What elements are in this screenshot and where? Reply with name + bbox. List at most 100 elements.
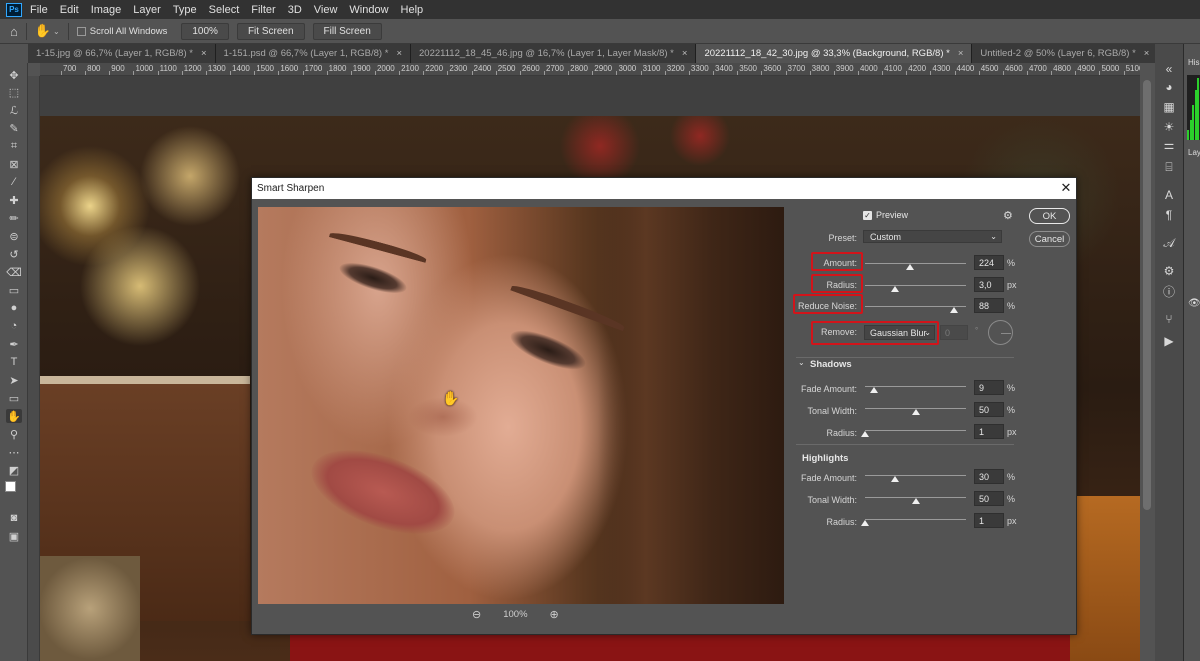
fill-screen-button[interactable]: Fill Screen xyxy=(312,22,382,40)
close-icon[interactable]: ✕ xyxy=(1058,180,1074,196)
menu-view[interactable]: View xyxy=(314,4,338,16)
tab-20221112-18-42-30[interactable]: 20221112_18_42_30.jpg @ 33,3% (Backgroun… xyxy=(696,44,973,63)
shadows-radius-thumb[interactable] xyxy=(861,431,869,437)
menu-3d[interactable]: 3D xyxy=(288,4,302,16)
close-icon[interactable]: × xyxy=(201,48,207,59)
filter-preview[interactable]: ✋ xyxy=(258,207,784,604)
shadows-tonal-width-input[interactable]: 50 xyxy=(974,402,1004,417)
default-colors-icon[interactable]: ◩ xyxy=(6,463,22,477)
highlights-radius-slider[interactable] xyxy=(865,519,966,520)
quick-mask-icon[interactable]: ◙ xyxy=(6,511,22,525)
move-tool-icon[interactable]: ✥ xyxy=(6,68,22,82)
shadows-fade-amount-thumb[interactable] xyxy=(870,387,879,393)
tab-20221112-18-45-46[interactable]: 20221112_18_45_46.jpg @ 16,7% (Layer 1, … xyxy=(411,44,697,63)
gradient-tool-icon[interactable]: ▭ xyxy=(6,283,22,297)
healing-brush-tool-icon[interactable]: ✚ xyxy=(6,193,22,207)
type-tool-icon[interactable]: T xyxy=(6,355,22,369)
actions-panel-icon[interactable]: ▶ xyxy=(1161,334,1177,348)
shadows-fade-amount-input[interactable]: 9 xyxy=(974,380,1004,395)
gear-icon[interactable]: ⚙ xyxy=(1003,209,1013,222)
highlights-header[interactable]: Highlights xyxy=(802,453,848,464)
dodge-tool-icon[interactable]: ◔ xyxy=(6,319,22,333)
highlights-fade-amount-slider[interactable] xyxy=(865,475,966,476)
eye-icon[interactable]: 👁 xyxy=(1188,298,1200,309)
tab-1-151[interactable]: 1-151.psd @ 66,7% (Layer 1, RGB/8) * × xyxy=(215,44,411,63)
remove-select[interactable]: Gaussian Blur ⌄ xyxy=(864,325,935,340)
shadows-header[interactable]: Shadows xyxy=(810,359,852,370)
screen-mode-icon[interactable]: ▣ xyxy=(6,529,22,543)
more-tools-icon[interactable]: ⋯ xyxy=(6,445,22,459)
scroll-all-windows-checkbox[interactable] xyxy=(76,26,86,36)
hand-tool-icon[interactable]: ✋ xyxy=(35,23,51,39)
info-panel-icon[interactable]: ⓘ xyxy=(1161,284,1177,299)
path-select-tool-icon[interactable]: ➤ xyxy=(6,373,22,387)
close-icon[interactable]: × xyxy=(1144,48,1150,59)
highlights-radius-thumb[interactable] xyxy=(861,520,869,526)
clone-stamp-tool-icon[interactable]: ⊜ xyxy=(6,229,22,243)
quick-select-tool-icon[interactable]: ✎ xyxy=(6,121,22,135)
menu-type[interactable]: Type xyxy=(173,4,197,16)
preview-checkbox[interactable]: ✓ xyxy=(863,211,872,220)
highlights-fade-amount-thumb[interactable] xyxy=(891,476,900,482)
menu-image[interactable]: Image xyxy=(91,4,122,16)
reduce-noise-input[interactable]: 88 xyxy=(974,298,1004,313)
preset-select[interactable]: Custom ⌄ xyxy=(863,230,1002,243)
tab-untitled-2[interactable]: Untitled-2 @ 50% (Layer 6, RGB/8) * × xyxy=(972,44,1159,63)
radius-slider-thumb[interactable] xyxy=(891,286,900,292)
lasso-tool-icon[interactable]: ℒ xyxy=(6,103,22,117)
shadows-fade-amount-slider[interactable] xyxy=(865,386,966,387)
properties-panel-icon[interactable]: ⚌ xyxy=(1161,138,1177,152)
scrollbar-thumb[interactable] xyxy=(1143,80,1151,510)
amount-slider[interactable] xyxy=(865,263,966,264)
shadows-radius-slider[interactable] xyxy=(865,430,966,431)
zoom-tool-icon[interactable]: ⚲ xyxy=(6,427,22,441)
menu-select[interactable]: Select xyxy=(209,4,240,16)
shape-tool-icon[interactable]: ▭ xyxy=(6,391,22,405)
character-panel-icon[interactable]: A xyxy=(1161,188,1177,202)
amount-input[interactable]: 224 xyxy=(974,255,1004,270)
eyedropper-tool-icon[interactable]: ⁄ xyxy=(6,175,22,189)
pen-tool-icon[interactable]: ✒ xyxy=(6,337,22,351)
menu-layer[interactable]: Layer xyxy=(133,4,161,16)
highlights-radius-input[interactable]: 1 xyxy=(974,513,1004,528)
swatches-panel-icon[interactable]: ▦ xyxy=(1161,100,1177,114)
frame-tool-icon[interactable]: ⊠ xyxy=(6,157,22,171)
zoom-in-icon[interactable]: ⊕ xyxy=(550,608,559,621)
home-icon[interactable]: ⌂ xyxy=(10,24,18,39)
brush-settings-panel-icon[interactable]: ⑂ xyxy=(1161,312,1177,326)
close-icon[interactable]: × xyxy=(396,48,402,59)
history-brush-tool-icon[interactable]: ↺ xyxy=(6,247,22,261)
fit-screen-button[interactable]: Fit Screen xyxy=(236,22,305,40)
marquee-tool-icon[interactable]: ⬚ xyxy=(6,85,22,99)
highlights-tonal-width-thumb[interactable] xyxy=(911,498,920,504)
glyphs-panel-icon[interactable]: 𝒜 xyxy=(1161,236,1177,250)
hand-tool-icon[interactable]: ✋ xyxy=(6,409,22,423)
foreground-color-swatch[interactable] xyxy=(5,481,16,492)
eraser-tool-icon[interactable]: ⌫ xyxy=(6,265,22,279)
zoom-100-button[interactable]: 100% xyxy=(181,22,229,40)
menu-edit[interactable]: Edit xyxy=(60,4,79,16)
reduce-noise-slider-thumb[interactable] xyxy=(949,307,958,313)
libraries-panel-icon[interactable]: ⌸ xyxy=(1161,160,1177,174)
blur-tool-icon[interactable]: ● xyxy=(6,301,22,315)
radius-input[interactable]: 3,0 xyxy=(974,277,1004,292)
tab-1-15[interactable]: 1-15.jpg @ 66,7% (Layer 1, RGB/8) * × xyxy=(28,44,216,63)
angle-dial[interactable] xyxy=(988,320,1013,345)
history-panel-tab[interactable]: His xyxy=(1188,58,1200,67)
color-panel-icon[interactable]: ◕ xyxy=(1161,80,1177,94)
amount-slider-thumb[interactable] xyxy=(906,264,915,270)
brush-tool-icon[interactable]: ✏ xyxy=(6,211,22,225)
menu-help[interactable]: Help xyxy=(401,4,424,16)
cancel-button[interactable]: Cancel xyxy=(1029,231,1070,247)
crop-tool-icon[interactable]: ⌗ xyxy=(6,139,22,153)
close-icon[interactable]: × xyxy=(682,48,688,59)
menu-filter[interactable]: Filter xyxy=(251,4,275,16)
chevron-down-icon[interactable]: ⌄ xyxy=(798,358,805,367)
highlights-fade-amount-input[interactable]: 30 xyxy=(974,469,1004,484)
zoom-out-icon[interactable]: ⊖ xyxy=(472,608,481,621)
channels-panel-icon[interactable]: ⚙ xyxy=(1161,264,1177,278)
close-icon[interactable]: × xyxy=(958,48,964,59)
shadows-radius-input[interactable]: 1 xyxy=(974,424,1004,439)
paragraph-panel-icon[interactable]: ¶ xyxy=(1161,208,1177,222)
menu-file[interactable]: File xyxy=(30,4,48,16)
